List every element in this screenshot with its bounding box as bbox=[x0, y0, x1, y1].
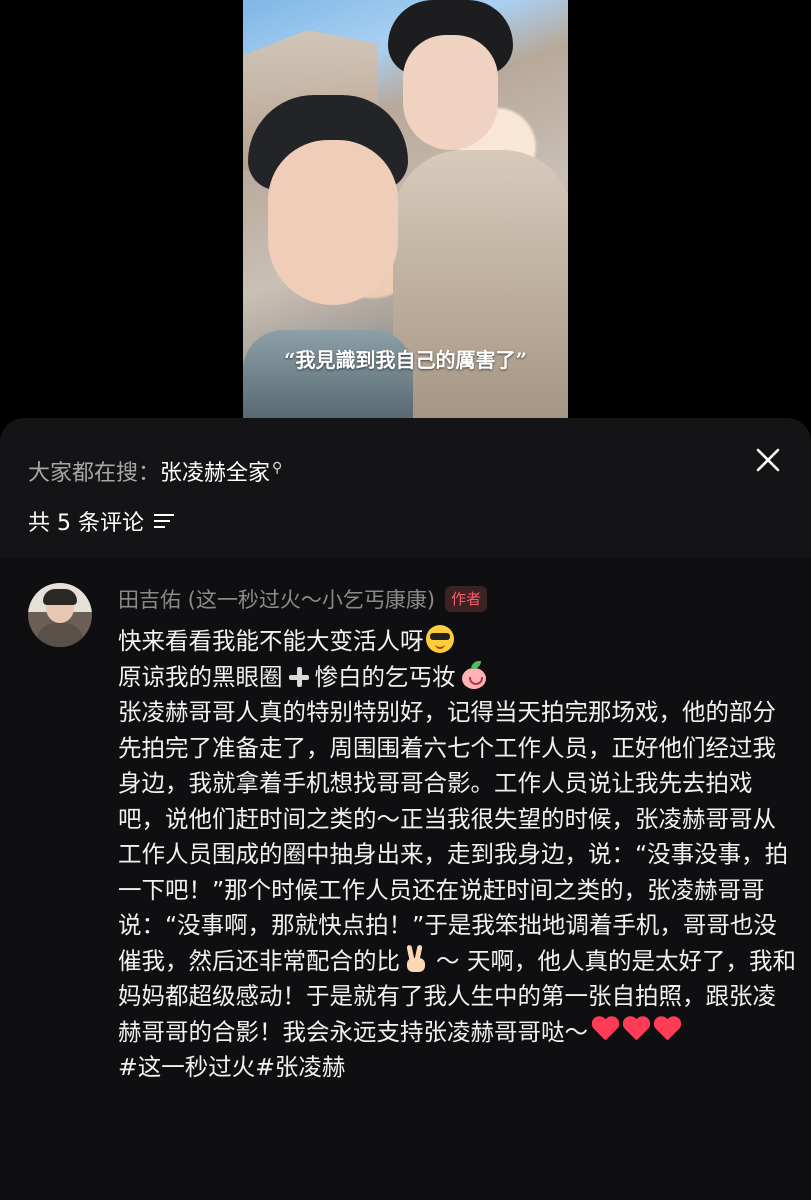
adult-face bbox=[403, 35, 498, 150]
heart-icon bbox=[622, 1017, 650, 1043]
search-suggestion-keyword[interactable]: 张凌赫全家 bbox=[160, 461, 270, 486]
video-subtitle: “我見識到我自己的厲害了” bbox=[283, 348, 527, 372]
comment-username[interactable]: 田吉佑 (这一秒过火～小乞丐康康) bbox=[118, 584, 435, 614]
video-player[interactable]: “我見識到我自己的厲害了” bbox=[0, 0, 811, 420]
sunglasses-emoji-icon bbox=[425, 625, 454, 653]
comment-line-2: 原谅我的黑眼圈 惨白的乞丐妆 bbox=[118, 660, 798, 696]
comment-hashtags[interactable]: #这一秒过火#张凌赫 bbox=[118, 1050, 798, 1086]
heart-icon bbox=[653, 1017, 681, 1043]
video-frame[interactable]: “我見識到我自己的厲害了” bbox=[243, 0, 568, 420]
avatar[interactable] bbox=[28, 583, 92, 647]
sort-icon[interactable] bbox=[153, 513, 174, 529]
peach-emoji-icon bbox=[460, 660, 488, 689]
comment-text[interactable]: 快来看看我能不能大变活人呀 原谅我的黑眼圈 惨白的乞丐妆 张凌赫哥哥人真的特别特别… bbox=[118, 624, 798, 1086]
comment-count-row[interactable]: 共 5 条评论 bbox=[28, 505, 174, 537]
search-suggestion[interactable]: 大家都在搜：张凌赫全家 ⚲ bbox=[28, 455, 282, 487]
search-suggestion-label: 大家都在搜： bbox=[28, 461, 161, 486]
victory-hand-icon bbox=[404, 944, 428, 973]
comment-paragraph: 张凌赫哥哥人真的特别特别好，记得当天拍完那场戏，他的部分先拍完了准备走了，周围围… bbox=[118, 698, 796, 1046]
comment-count: 共 5 条评论 bbox=[28, 511, 144, 536]
comment-line-1: 快来看看我能不能大变活人呀 bbox=[118, 624, 798, 660]
plus-icon bbox=[287, 665, 311, 689]
comment-author[interactable]: 田吉佑 (这一秒过火～小乞丐康康) 作者 bbox=[118, 584, 488, 614]
close-icon[interactable] bbox=[752, 444, 784, 476]
heart-icon bbox=[591, 1017, 619, 1043]
author-badge: 作者 bbox=[445, 586, 488, 612]
child-face bbox=[268, 140, 398, 305]
search-icon: ⚲ bbox=[272, 459, 283, 476]
adult-coat bbox=[393, 150, 568, 420]
